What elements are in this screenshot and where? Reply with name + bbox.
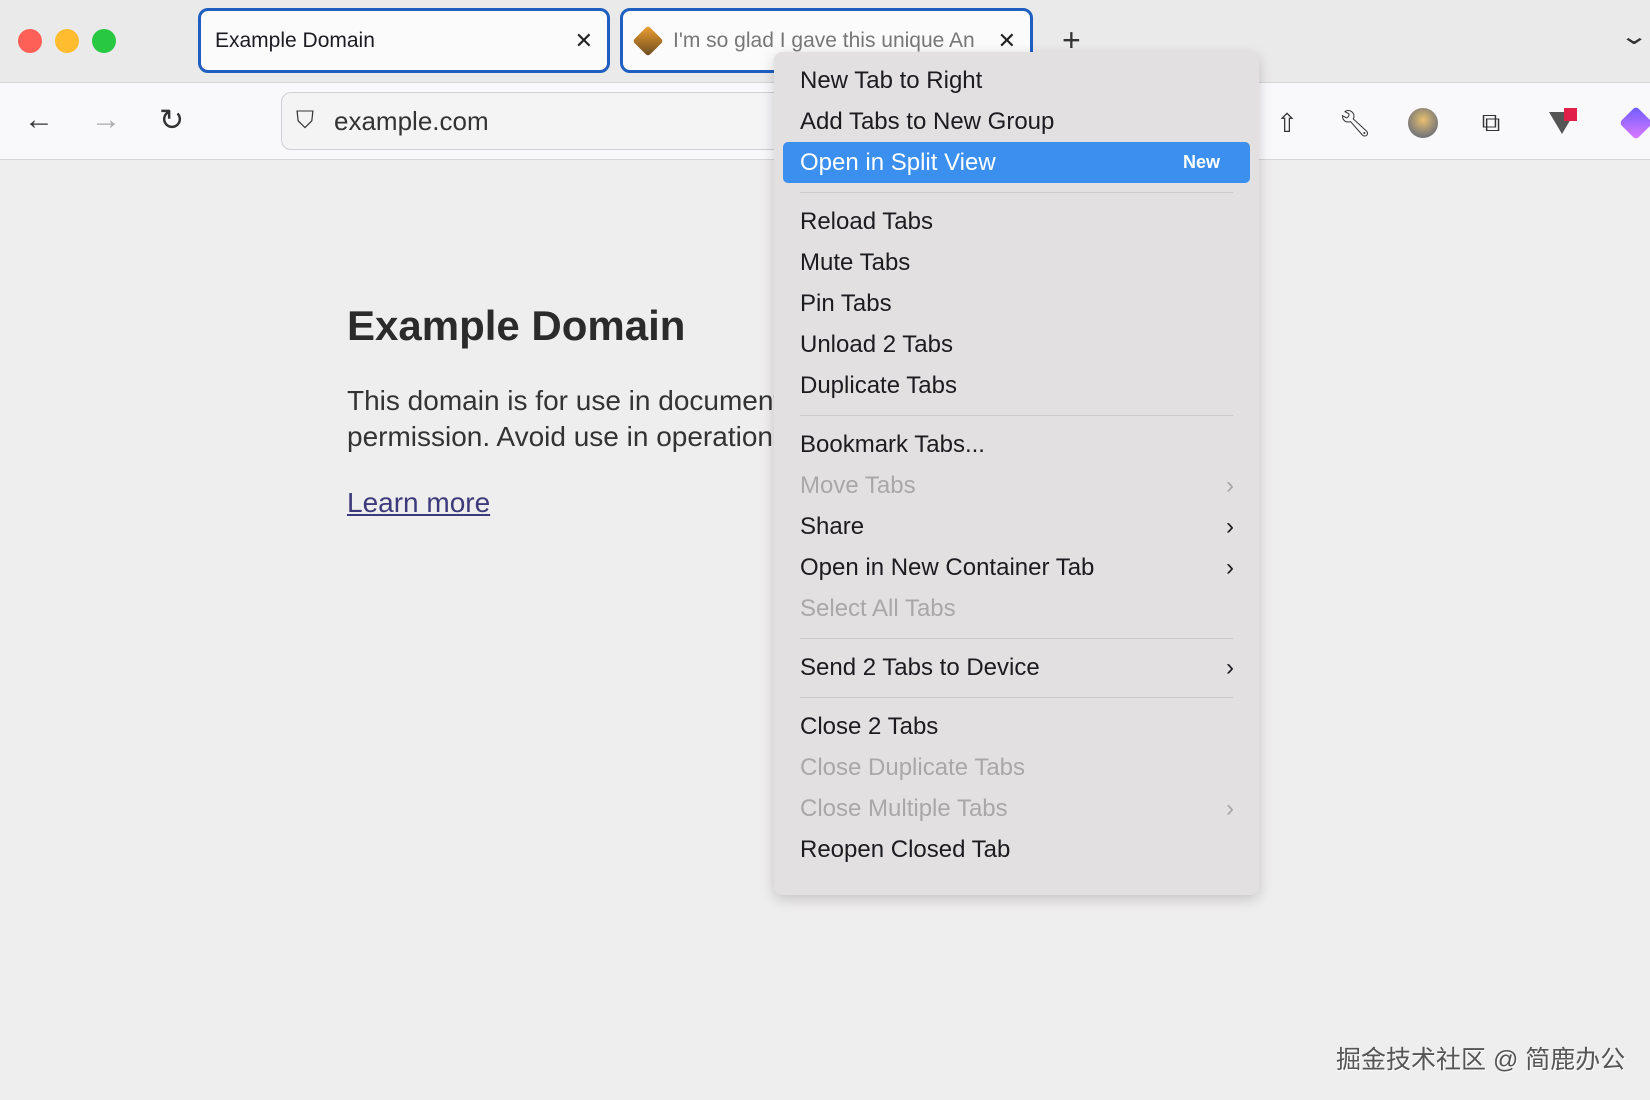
tab-example-domain[interactable]: Example Domain ✕ [198,8,610,73]
close-window-button[interactable] [18,29,42,53]
reload-icon[interactable]: ↻ [159,103,184,138]
forward-arrow-icon[interactable]: → [91,103,121,137]
menu-label: Select All Tabs [800,595,1234,623]
menu-label: Reopen Closed Tab [800,836,1234,864]
menu-item-close-tabs[interactable]: Close 2 Tabs [783,706,1250,747]
menu-label: Share [800,513,1226,541]
menu-item-select-all: Select All Tabs [783,588,1250,629]
menu-label: Duplicate Tabs [800,372,1234,400]
chevron-right-icon: › [1226,654,1234,682]
menu-item-move: Move Tabs› [783,465,1250,506]
back-arrow-icon[interactable]: ← [24,103,54,137]
menu-item-split-view[interactable]: Open in Split ViewNew [783,142,1250,183]
menu-separator [800,697,1233,698]
menu-label: Pin Tabs [800,290,1234,318]
chevron-right-icon: › [1226,472,1234,500]
menu-label: Close 2 Tabs [800,713,1234,741]
page-paragraph: This domain is for use in documentation … [347,383,777,455]
paragraph-line: This domain is for use in documentation … [347,385,777,416]
menu-label: Add Tabs to New Group [800,108,1234,136]
menu-separator [800,638,1233,639]
list-tabs-chevron-icon[interactable]: ⌄ [1619,22,1649,51]
new-badge: New [1183,152,1220,173]
learn-more-link[interactable]: Learn more [347,487,490,519]
menu-label: Bookmark Tabs... [800,431,1234,459]
wrench-icon[interactable]: 🔧︎ [1339,107,1371,139]
menu-item-close-duplicates: Close Duplicate Tabs [783,747,1250,788]
menu-label: Mute Tabs [800,249,1234,277]
minimize-window-button[interactable] [55,29,79,53]
tab-title: I'm so glad I gave this unique An [673,29,990,53]
menu-separator [800,192,1233,193]
close-tab-icon[interactable]: ✕ [998,28,1016,54]
chevron-right-icon: › [1226,795,1234,823]
extension-shield-icon[interactable] [1546,107,1578,139]
close-tab-icon[interactable]: ✕ [575,28,593,54]
chevron-right-icon: › [1226,554,1234,582]
menu-label: New Tab to Right [800,67,1234,95]
menu-item-duplicate[interactable]: Duplicate Tabs [783,365,1250,406]
menu-label: Move Tabs [800,472,1226,500]
paragraph-line: permission. Avoid use in operations. [347,421,777,452]
menu-label: Open in Split View [800,149,1183,177]
extensions-puzzle-icon[interactable]: ⧉ [1475,107,1507,139]
menu-label: Reload Tabs [800,208,1234,236]
page-heading: Example Domain [347,302,685,350]
tab-context-menu: New Tab to Right Add Tabs to New Group O… [774,52,1259,895]
chevron-right-icon: › [1226,513,1234,541]
menu-label: Send 2 Tabs to Device [800,654,1226,682]
menu-item-reopen-closed[interactable]: Reopen Closed Tab [783,829,1250,870]
avatar[interactable] [1407,107,1439,139]
menu-item-close-multiple: Close Multiple Tabs› [783,788,1250,829]
menu-item-mute[interactable]: Mute Tabs [783,242,1250,283]
menu-item-pin[interactable]: Pin Tabs [783,283,1250,324]
menu-separator [800,415,1233,416]
menu-item-bookmark[interactable]: Bookmark Tabs... [783,424,1250,465]
share-icon[interactable]: ⇧ [1271,107,1303,139]
menu-item-unload[interactable]: Unload 2 Tabs [783,324,1250,365]
menu-item-share[interactable]: Share› [783,506,1250,547]
menu-item-container-tab[interactable]: Open in New Container Tab› [783,547,1250,588]
site-favicon-icon [632,25,663,56]
menu-item-add-group[interactable]: Add Tabs to New Group [783,101,1250,142]
maximize-window-button[interactable] [92,29,116,53]
menu-label: Close Duplicate Tabs [800,754,1234,782]
menu-item-reload[interactable]: Reload Tabs [783,201,1250,242]
menu-label: Unload 2 Tabs [800,331,1234,359]
tab-title: Example Domain [215,29,567,53]
menu-item-new-tab-right[interactable]: New Tab to Right [783,60,1250,101]
menu-label: Open in New Container Tab [800,554,1226,582]
watermark: 掘金技术社区 @ 简鹿办公 [1336,1040,1625,1076]
menu-label: Close Multiple Tabs [800,795,1226,823]
menu-item-send-to-device[interactable]: Send 2 Tabs to Device› [783,647,1250,688]
url-text: example.com [334,106,489,137]
shield-icon[interactable]: ⛉ [296,107,314,135]
extension-gem-icon[interactable] [1620,107,1650,139]
